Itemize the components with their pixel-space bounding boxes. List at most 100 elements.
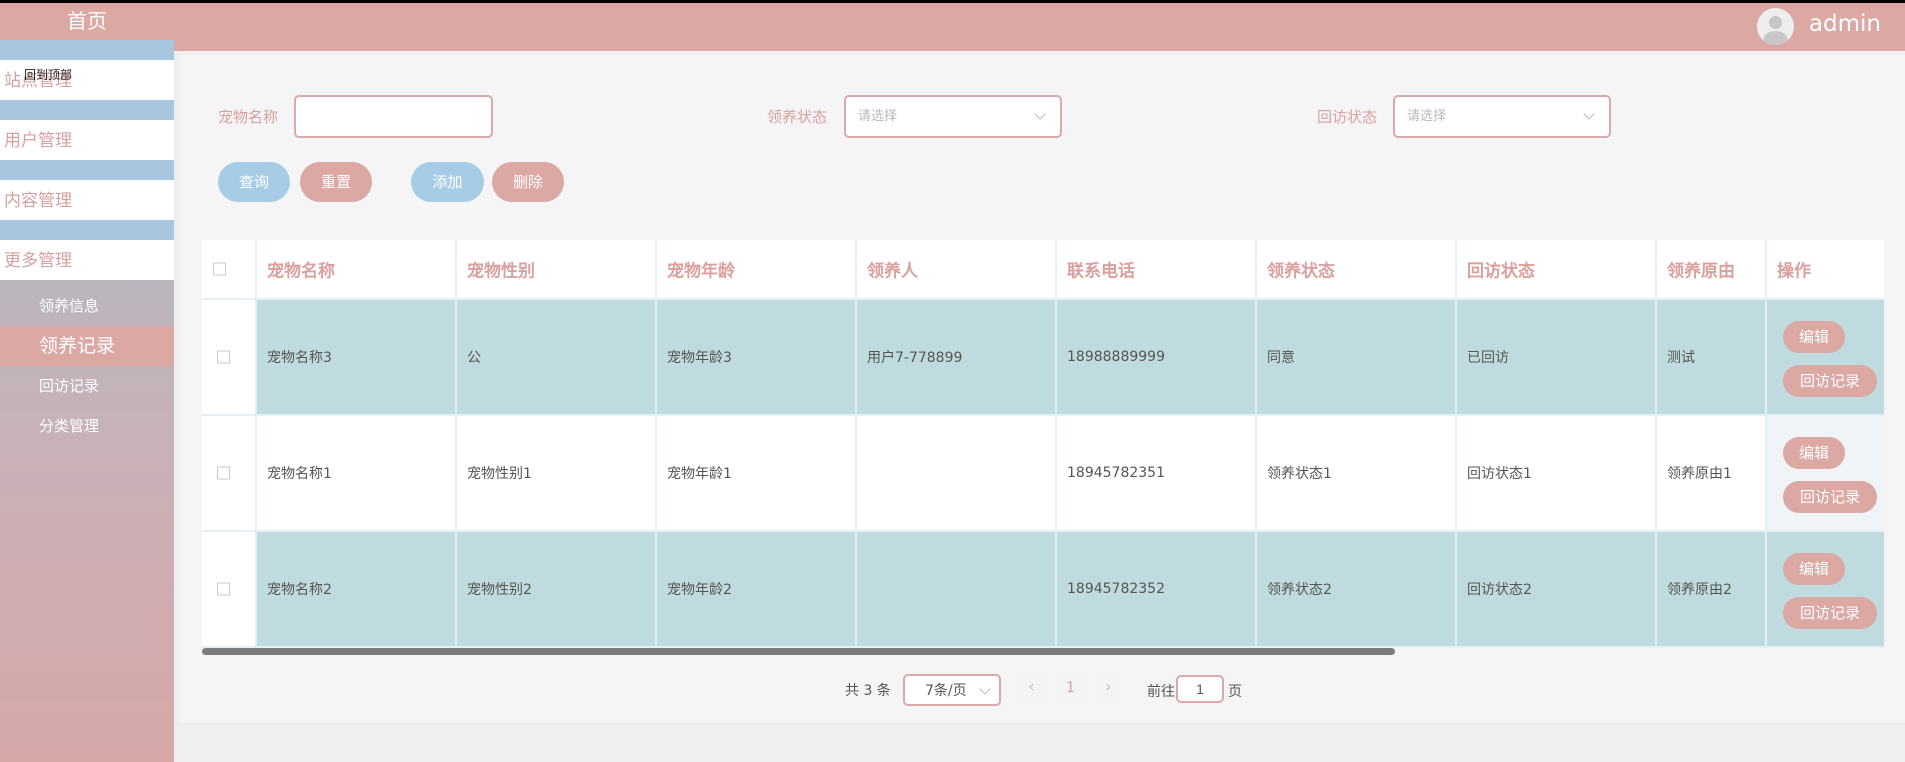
adoption-records-table: 宠物名称 宠物性别 宠物年龄 领养人 联系电话 领养状态 回访状态 领养原由 操…: [202, 240, 1884, 648]
cell-adopt-status: 同意: [1257, 300, 1457, 416]
header-pet-gender[interactable]: 宠物性别: [457, 240, 657, 300]
header-adopter[interactable]: 领养人: [857, 240, 1057, 300]
page-size-select[interactable]: 7条/页: [903, 674, 1001, 706]
row-checkbox[interactable]: [217, 350, 230, 364]
cell-adopter: [857, 532, 1057, 648]
cell-pet-gender: 宠物性别1: [457, 416, 657, 532]
visit-record-button[interactable]: 回访记录: [1783, 365, 1877, 397]
visit-status-label: 回访状态: [1317, 108, 1378, 126]
cell-visit-status: 已回访: [1457, 300, 1657, 416]
edit-button[interactable]: 编辑: [1783, 553, 1845, 585]
cell-pet-name: 宠物名称1: [257, 416, 457, 532]
cell-pet-gender: 宠物性别2: [457, 532, 657, 648]
chevron-left-icon: ‹: [1028, 677, 1035, 697]
sidebar-sub-category-management[interactable]: 分类管理: [0, 406, 174, 446]
cell-pet-age: 宠物年龄3: [657, 300, 857, 416]
table-horizontal-scrollbar[interactable]: [202, 648, 1395, 655]
sidebar-divider: [0, 40, 174, 60]
sidebar: 首页 站点管理 回到顶部 用户管理 内容管理 更多管理 领养信息 领养记录 回访…: [0, 3, 174, 762]
username[interactable]: admin: [1809, 11, 1881, 37]
sidebar-item-label: 用户管理: [4, 131, 72, 151]
cell-adopt-reason: 领养原由2: [1657, 532, 1767, 648]
chevron-right-icon: ›: [1105, 677, 1112, 697]
sidebar-item-label: 更多管理: [4, 251, 72, 271]
row-checkbox[interactable]: [217, 582, 230, 596]
visit-record-button[interactable]: 回访记录: [1783, 481, 1877, 513]
table-row[interactable]: 宠物名称2 宠物性别2 宠物年龄2 18945782352 领养状态2 回访状态…: [202, 532, 1884, 648]
goto-page-input[interactable]: [1176, 675, 1224, 703]
select-all-checkbox[interactable]: [213, 262, 226, 276]
sidebar-item-more-management[interactable]: 更多管理: [0, 240, 174, 280]
page-size-value: 7条/页: [925, 683, 967, 699]
header-actions: 操作: [1767, 240, 1884, 300]
cell-adopt-reason: 领养原由1: [1657, 416, 1767, 532]
page-number-1[interactable]: 1: [1054, 674, 1086, 704]
back-to-top-tooltip: 回到顶部: [24, 68, 73, 82]
cell-adopt-reason: 测试: [1657, 300, 1767, 416]
cell-visit-status: 回访状态2: [1457, 532, 1657, 648]
cell-adopter: [857, 416, 1057, 532]
top-header: admin: [174, 3, 1905, 51]
pet-name-input[interactable]: [294, 95, 493, 138]
cell-actions: 编辑 回访记录: [1767, 532, 1884, 648]
sidebar-sub-adoption-info[interactable]: 领养信息: [0, 286, 174, 326]
chevron-down-icon: [979, 683, 991, 695]
chevron-down-icon: [1034, 108, 1046, 120]
cell-pet-age: 宠物年龄1: [657, 416, 857, 532]
adopt-status-label: 领养状态: [767, 108, 828, 126]
cell-phone: 18945782352: [1057, 532, 1257, 648]
header-pet-name[interactable]: 宠物名称: [257, 240, 457, 300]
sidebar-item-user-management[interactable]: 用户管理: [0, 120, 174, 160]
sidebar-item-site-management[interactable]: 站点管理 回到顶部: [0, 60, 174, 100]
header-phone[interactable]: 联系电话: [1057, 240, 1257, 300]
reset-button[interactable]: 重置: [300, 162, 372, 202]
sidebar-item-content-management[interactable]: 内容管理: [0, 180, 174, 220]
prev-page-button[interactable]: ‹: [1017, 674, 1047, 704]
cell-phone: 18945782351: [1057, 416, 1257, 532]
cell-adopt-status: 领养状态2: [1257, 532, 1457, 648]
visit-status-placeholder: 请选择: [1407, 109, 1447, 124]
table-header-row: 宠物名称 宠物性别 宠物年龄 领养人 联系电话 领养状态 回访状态 领养原由 操…: [202, 240, 1884, 300]
pagination-total: 共 3 条: [845, 683, 891, 699]
visit-record-button[interactable]: 回访记录: [1783, 597, 1877, 629]
select-all-cell: [202, 240, 257, 300]
visit-status-select[interactable]: 请选择: [1393, 95, 1611, 138]
chevron-down-icon: [1583, 108, 1595, 120]
table-row[interactable]: 宠物名称1 宠物性别1 宠物年龄1 18945782351 领养状态1 回访状态…: [202, 416, 1884, 532]
header-visit-status[interactable]: 回访状态: [1457, 240, 1657, 300]
sidebar-divider: [0, 220, 174, 240]
goto-suffix: 页: [1228, 684, 1242, 700]
row-checkbox[interactable]: [217, 466, 230, 480]
cell-adopt-status: 领养状态1: [1257, 416, 1457, 532]
table-row[interactable]: 宠物名称3 公 宠物年龄3 用户7-778899 18988889999 同意 …: [202, 300, 1884, 416]
header-pet-age[interactable]: 宠物年龄: [657, 240, 857, 300]
delete-button[interactable]: 删除: [492, 162, 564, 202]
cell-pet-name: 宠物名称2: [257, 532, 457, 648]
adopt-status-placeholder: 请选择: [858, 109, 898, 124]
sidebar-divider: [0, 100, 174, 120]
sidebar-divider: [0, 160, 174, 180]
add-button[interactable]: 添加: [411, 162, 484, 202]
cell-pet-gender: 公: [457, 300, 657, 416]
next-page-button[interactable]: ›: [1094, 674, 1124, 704]
cell-actions: 编辑 回访记录: [1767, 300, 1884, 416]
cell-actions: 编辑 回访记录: [1767, 416, 1884, 532]
goto-prefix: 前往: [1147, 684, 1175, 700]
adopt-status-select[interactable]: 请选择: [844, 95, 1062, 138]
cell-phone: 18988889999: [1057, 300, 1257, 416]
avatar[interactable]: [1757, 8, 1794, 45]
cell-pet-name: 宠物名称3: [257, 300, 457, 416]
sidebar-item-label: 内容管理: [4, 191, 72, 211]
pet-name-label: 宠物名称: [218, 108, 279, 126]
cell-pet-age: 宠物年龄2: [657, 532, 857, 648]
sidebar-sub-adoption-records[interactable]: 领养记录: [0, 326, 174, 366]
cell-visit-status: 回访状态1: [1457, 416, 1657, 532]
query-button[interactable]: 查询: [218, 162, 290, 202]
cell-adopter: 用户7-778899: [857, 300, 1057, 416]
sidebar-home[interactable]: 首页: [0, 3, 174, 40]
edit-button[interactable]: 编辑: [1783, 321, 1845, 353]
header-adopt-status[interactable]: 领养状态: [1257, 240, 1457, 300]
header-adopt-reason[interactable]: 领养原由: [1657, 240, 1767, 300]
edit-button[interactable]: 编辑: [1783, 437, 1845, 469]
sidebar-sub-visit-records[interactable]: 回访记录: [0, 366, 174, 406]
